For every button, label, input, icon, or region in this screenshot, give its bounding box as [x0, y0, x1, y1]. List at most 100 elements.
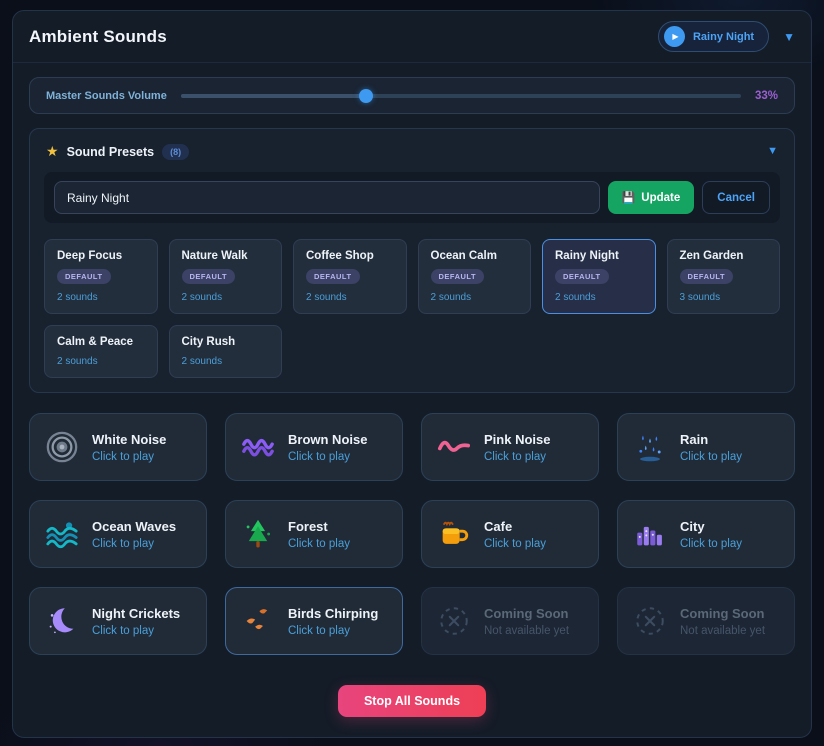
- sound-subtitle: Click to play: [288, 625, 378, 637]
- sound-card-texts: Coming SoonNot available yet: [680, 606, 765, 637]
- sound-card-city[interactable]: City Click to play: [617, 500, 795, 568]
- ocean-waves-icon: [44, 516, 80, 552]
- star-icon: ★: [46, 143, 59, 160]
- sound-card-forest[interactable]: Forest Click to play: [225, 500, 403, 568]
- preset-card-city-rush[interactable]: City Rush2 sounds: [169, 325, 283, 378]
- sound-card-texts: Pink Noise Click to play: [484, 432, 550, 463]
- default-badge: DEFAULT: [57, 269, 111, 284]
- header: Ambient Sounds ▶ Rainy Night ▼: [13, 11, 811, 63]
- sound-card-ocean-waves[interactable]: Ocean WavesClick to play: [29, 500, 207, 568]
- preset-name: Rainy Night: [555, 250, 643, 262]
- sound-card-cafe[interactable]: Cafe Click to play: [421, 500, 599, 568]
- sound-name: Pink Noise: [484, 432, 550, 447]
- sound-name: City: [680, 519, 742, 534]
- sound-subtitle: Click to play: [680, 538, 742, 550]
- page-title: Ambient Sounds: [29, 27, 167, 47]
- sound-card-pink-noise[interactable]: Pink Noise Click to play: [421, 413, 599, 481]
- sound-subtitle: Click to play: [92, 625, 180, 637]
- preset-card-calm-peace[interactable]: Calm & Peace 2 sounds: [44, 325, 158, 378]
- active-preset-pill-button[interactable]: ▶ Rainy Night: [658, 21, 769, 52]
- preset-sound-count: 2 sounds: [57, 292, 145, 303]
- default-badge: DEFAULT: [680, 269, 734, 284]
- sound-subtitle: Click to play: [484, 451, 550, 463]
- sound-name: Ocean Waves: [92, 519, 176, 534]
- master-volume-row: Master Sounds Volume 33%: [29, 77, 795, 114]
- update-label: Update: [641, 192, 680, 204]
- sound-card-texts: Forest Click to play: [288, 519, 350, 550]
- default-badge: DEFAULT: [555, 269, 609, 284]
- save-icon: 💾: [622, 191, 636, 204]
- birds-chirping-icon: [240, 603, 276, 639]
- stop-all-sounds-button[interactable]: Stop All Sounds: [338, 685, 486, 717]
- preset-card-zen-garden[interactable]: Zen Garden DEFAULT 3 sounds: [667, 239, 781, 314]
- sound-subtitle: Click to play: [484, 538, 546, 550]
- sound-presets-section: ★ Sound Presets (8) ▼ 💾 Update Cancel De…: [29, 128, 795, 393]
- update-preset-button[interactable]: 💾 Update: [608, 181, 695, 214]
- sound-card-brown-noise[interactable]: Brown NoiseClick to play: [225, 413, 403, 481]
- preset-sound-count: 2 sounds: [555, 292, 643, 303]
- sound-name: White Noise: [92, 432, 166, 447]
- presets-header: ★ Sound Presets (8) ▼: [46, 143, 778, 160]
- preset-card-ocean-calm[interactable]: Ocean Calm DEFAULT 2 sounds: [418, 239, 532, 314]
- preset-sound-count: 3 sounds: [680, 292, 768, 303]
- default-badge: DEFAULT: [431, 269, 485, 284]
- sound-subtitle: Not available yet: [680, 625, 765, 637]
- preset-name: Ocean Calm: [431, 250, 519, 262]
- preset-card-coffee-shop[interactable]: Coffee ShopDEFAULT2 sounds: [293, 239, 407, 314]
- preset-grid: Deep Focus DEFAULT 2 sounds Nature Walk DEFA…: [44, 239, 780, 378]
- sound-card-night-crickets[interactable]: Night Crickets Click to play: [29, 587, 207, 655]
- collapse-panel-chevron-icon[interactable]: ▼: [783, 31, 795, 43]
- white-noise-icon: [44, 429, 80, 465]
- city-icon: [632, 516, 668, 552]
- sound-subtitle: Click to play: [288, 451, 367, 463]
- preset-card-deep-focus[interactable]: Deep Focus DEFAULT 2 sounds: [44, 239, 158, 314]
- preset-name-input[interactable]: [54, 181, 600, 214]
- preset-card-rainy-night[interactable]: Rainy Night DEFAULT 2 sounds: [542, 239, 656, 314]
- presets-title: Sound Presets: [67, 145, 155, 159]
- default-badge: DEFAULT: [306, 269, 360, 284]
- default-badge: DEFAULT: [182, 269, 236, 284]
- preset-name: Calm & Peace: [57, 336, 145, 348]
- sound-name: Cafe: [484, 519, 546, 534]
- preset-name: Nature Walk: [182, 250, 270, 262]
- sound-subtitle: Click to play: [288, 538, 350, 550]
- sound-name: Night Crickets: [92, 606, 180, 621]
- preset-sound-count: 2 sounds: [431, 292, 519, 303]
- sound-name: Rain: [680, 432, 742, 447]
- sound-card-birds-chirping[interactable]: Birds ChirpingClick to play: [225, 587, 403, 655]
- slider-fill: [181, 94, 366, 98]
- sound-subtitle: Not available yet: [484, 625, 569, 637]
- play-icon: ▶: [664, 26, 685, 47]
- night-crickets-icon: [44, 603, 80, 639]
- preset-name: Coffee Shop: [306, 250, 394, 262]
- coming-soon-icon: [436, 603, 472, 639]
- preset-name: Zen Garden: [680, 250, 768, 262]
- preset-editor: 💾 Update Cancel: [44, 172, 780, 223]
- master-volume-label: Master Sounds Volume: [46, 90, 167, 102]
- pink-noise-icon: [436, 429, 472, 465]
- ambient-sounds-panel: Ambient Sounds ▶ Rainy Night ▼ Master So…: [12, 10, 812, 738]
- slider-thumb[interactable]: [359, 89, 373, 103]
- master-volume-slider[interactable]: [181, 89, 741, 103]
- preset-sound-count: 2 sounds: [57, 356, 145, 367]
- header-actions: ▶ Rainy Night ▼: [658, 21, 795, 52]
- sound-card-coming-soon: Coming SoonNot available yet: [617, 587, 795, 655]
- sound-subtitle: Click to play: [92, 451, 166, 463]
- sound-name: Forest: [288, 519, 350, 534]
- sound-card-texts: Birds ChirpingClick to play: [288, 606, 378, 637]
- sound-name: Coming Soon: [484, 606, 569, 621]
- sound-card-texts: Brown NoiseClick to play: [288, 432, 367, 463]
- rain-icon: [632, 429, 668, 465]
- sound-card-texts: RainClick to play: [680, 432, 742, 463]
- preset-name: Deep Focus: [57, 250, 145, 262]
- sound-card-texts: White Noise Click to play: [92, 432, 166, 463]
- sound-card-coming-soon: Coming Soon Not available yet: [421, 587, 599, 655]
- coming-soon-icon: [632, 603, 668, 639]
- cancel-button[interactable]: Cancel: [702, 181, 770, 214]
- sound-card-white-noise[interactable]: White Noise Click to play: [29, 413, 207, 481]
- sound-card-texts: Coming Soon Not available yet: [484, 606, 569, 637]
- preset-card-nature-walk[interactable]: Nature WalkDEFAULT2 sounds: [169, 239, 283, 314]
- sound-card-rain[interactable]: RainClick to play: [617, 413, 795, 481]
- forest-icon: [240, 516, 276, 552]
- collapse-presets-chevron-icon[interactable]: ▼: [767, 146, 778, 157]
